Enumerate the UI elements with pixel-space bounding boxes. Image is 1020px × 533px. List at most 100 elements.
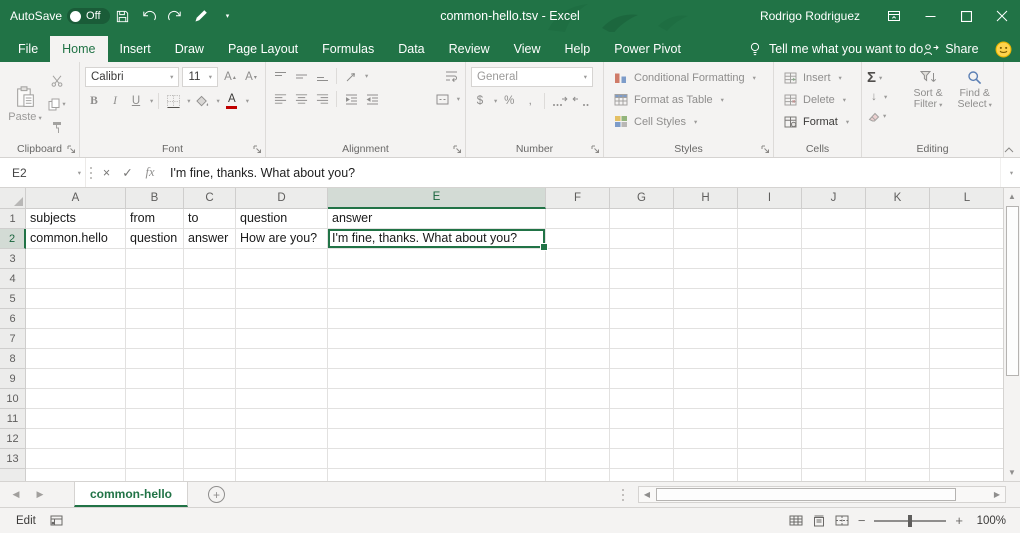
cell-L1[interactable]: [930, 209, 1005, 229]
cell-B13[interactable]: [126, 449, 184, 469]
tab-file[interactable]: File: [6, 36, 50, 62]
cell-I13[interactable]: [738, 449, 802, 469]
cell-F8[interactable]: [546, 349, 610, 369]
cell-A13[interactable]: [26, 449, 126, 469]
cell-F6[interactable]: [546, 309, 610, 329]
cell-B6[interactable]: [126, 309, 184, 329]
row-header-5[interactable]: 5: [0, 289, 26, 309]
row-header-8[interactable]: 8: [0, 349, 26, 369]
column-header-B[interactable]: B: [126, 188, 184, 209]
clear-button[interactable]: ▾: [867, 106, 905, 125]
cell-G3[interactable]: [610, 249, 674, 269]
cell-E13[interactable]: [328, 449, 546, 469]
cell-A10[interactable]: [26, 389, 126, 409]
page-break-view-button[interactable]: [835, 515, 849, 526]
cell-K9[interactable]: [866, 369, 930, 389]
new-sheet-button[interactable]: +: [208, 486, 225, 503]
orientation-button[interactable]: [342, 67, 360, 85]
tab-home[interactable]: Home: [50, 36, 107, 62]
cell-I12[interactable]: [738, 429, 802, 449]
maximize-button[interactable]: [948, 0, 984, 32]
wrap-text-button[interactable]: [442, 67, 460, 85]
comma-style-button[interactable]: ,: [521, 92, 539, 110]
cell-G7[interactable]: [610, 329, 674, 349]
cell-K6[interactable]: [866, 309, 930, 329]
cell-A9[interactable]: [26, 369, 126, 389]
cell-J5[interactable]: [802, 289, 866, 309]
cell-D12[interactable]: [236, 429, 328, 449]
tab-view[interactable]: View: [502, 36, 553, 62]
tab-page-layout[interactable]: Page Layout: [216, 36, 310, 62]
zoom-in-button[interactable]: +: [955, 513, 963, 528]
cell-C3[interactable]: [184, 249, 236, 269]
cell-G13[interactable]: [610, 449, 674, 469]
cell-J8[interactable]: [802, 349, 866, 369]
column-header-F[interactable]: F: [546, 188, 610, 209]
tab-formulas[interactable]: Formulas: [310, 36, 386, 62]
expand-formula-bar-button[interactable]: ▾: [1000, 158, 1020, 187]
cell-C2[interactable]: answer: [184, 229, 236, 249]
confirm-entry-button[interactable]: ✓: [117, 158, 138, 187]
cell-G6[interactable]: [610, 309, 674, 329]
cell-D4[interactable]: [236, 269, 328, 289]
tell-me-box[interactable]: Tell me what you want to do: [749, 36, 923, 62]
cell-B2[interactable]: question: [126, 229, 184, 249]
number-dialog-launcher[interactable]: [591, 145, 600, 154]
cell-L13[interactable]: [930, 449, 1005, 469]
cell-H11[interactable]: [674, 409, 738, 429]
cell-I11[interactable]: [738, 409, 802, 429]
cell-F9[interactable]: [546, 369, 610, 389]
scroll-right-icon[interactable]: ▶: [989, 490, 1005, 499]
row-header-3[interactable]: 3: [0, 249, 26, 269]
cell-A1[interactable]: subjects: [26, 209, 126, 229]
font-color-button[interactable]: A: [223, 92, 241, 110]
minimize-button[interactable]: [912, 0, 948, 32]
cell-F12[interactable]: [546, 429, 610, 449]
cell-L9[interactable]: [930, 369, 1005, 389]
cell-H10[interactable]: [674, 389, 738, 409]
macro-record-button[interactable]: [50, 515, 63, 526]
borders-button[interactable]: [164, 92, 182, 110]
cell-K7[interactable]: [866, 329, 930, 349]
tab-insert[interactable]: Insert: [108, 36, 163, 62]
styles-dialog-launcher[interactable]: [761, 145, 770, 154]
cell-E3[interactable]: [328, 249, 546, 269]
cell-K3[interactable]: [866, 249, 930, 269]
zoom-out-button[interactable]: −: [858, 513, 866, 528]
user-name[interactable]: Rodrigo Rodriguez: [760, 9, 860, 23]
name-box[interactable]: E2 ▾: [0, 158, 86, 187]
cell-H12[interactable]: [674, 429, 738, 449]
tab-power-pivot[interactable]: Power Pivot: [602, 36, 693, 62]
cell-K13[interactable]: [866, 449, 930, 469]
cell-J10[interactable]: [802, 389, 866, 409]
cell-L4[interactable]: [930, 269, 1005, 289]
cell-C13[interactable]: [184, 449, 236, 469]
cell-A7[interactable]: [26, 329, 126, 349]
cell-G1[interactable]: [610, 209, 674, 229]
cell-E11[interactable]: [328, 409, 546, 429]
cell-J9[interactable]: [802, 369, 866, 389]
decrease-indent-button[interactable]: [342, 90, 360, 108]
cell-G10[interactable]: [610, 389, 674, 409]
cell-B7[interactable]: [126, 329, 184, 349]
normal-view-button[interactable]: [789, 515, 803, 526]
cancel-entry-button[interactable]: ×: [96, 158, 117, 187]
save-button[interactable]: [110, 0, 136, 32]
cell-I10[interactable]: [738, 389, 802, 409]
align-bottom-button[interactable]: [313, 67, 331, 85]
cell-E5[interactable]: [328, 289, 546, 309]
cell-B11[interactable]: [126, 409, 184, 429]
cell-E9[interactable]: [328, 369, 546, 389]
font-name-select[interactable]: Calibri▾: [85, 67, 179, 87]
redo-button[interactable]: [162, 0, 188, 32]
autosave-toggle[interactable]: AutoSave Off: [10, 8, 110, 24]
row-header-9[interactable]: 9: [0, 369, 26, 389]
row-header-6[interactable]: 6: [0, 309, 26, 329]
cell-H3[interactable]: [674, 249, 738, 269]
row-header-10[interactable]: 10: [0, 389, 26, 409]
cell-styles-button[interactable]: Cell Styles▾: [609, 111, 768, 132]
cell-D2[interactable]: How are you?: [236, 229, 328, 249]
cell-I5[interactable]: [738, 289, 802, 309]
format-cells-button[interactable]: Format▾: [779, 111, 856, 132]
cell-L7[interactable]: [930, 329, 1005, 349]
